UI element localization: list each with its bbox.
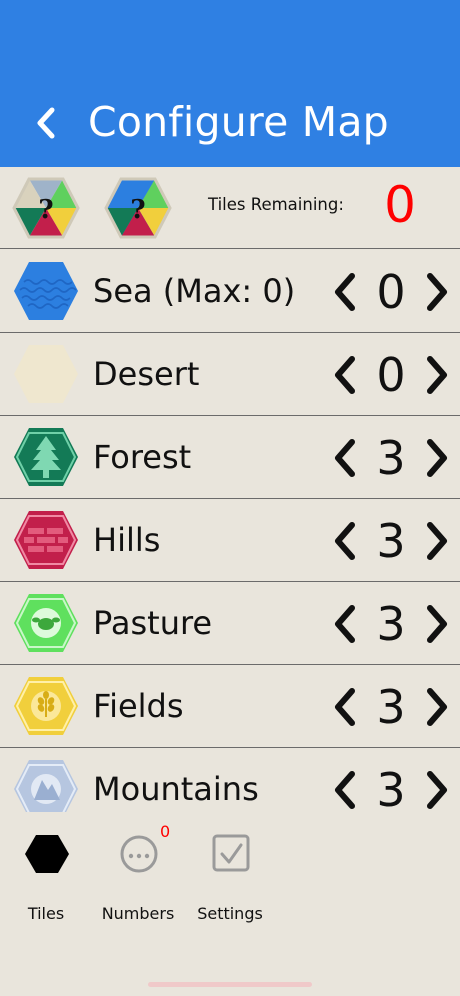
tab-label: Tiles xyxy=(27,904,65,923)
chevron-left-icon xyxy=(335,439,355,477)
chevron-left-icon xyxy=(335,771,355,809)
tab-label: Settings xyxy=(197,904,263,923)
tile-label: Forest xyxy=(93,438,192,476)
tree-icon xyxy=(14,428,78,486)
increment-button[interactable] xyxy=(420,768,454,812)
summary-row: ? ? Tiles Remaining: 0 xyxy=(0,167,460,249)
decrement-button[interactable] xyxy=(328,602,362,646)
tab-numbers[interactable]: Numbers xyxy=(92,832,184,923)
tile-label: Sea (Max: 0) xyxy=(93,272,296,310)
tile-row-hills: Hills 3 xyxy=(0,499,460,582)
tile-count: 3 xyxy=(376,680,406,734)
chevron-left-icon xyxy=(37,107,55,139)
increment-button[interactable] xyxy=(420,353,454,397)
tab-bar: Tiles Numbers 0 Settings xyxy=(0,812,460,996)
decrement-button[interactable] xyxy=(328,353,362,397)
chevron-right-icon xyxy=(427,688,447,726)
mountain-icon xyxy=(14,760,78,812)
increment-button[interactable] xyxy=(420,270,454,314)
decrement-button[interactable] xyxy=(328,685,362,729)
navigation-bar: Configure Map xyxy=(0,0,460,167)
tile-count: 0 xyxy=(376,265,406,319)
chevron-right-icon xyxy=(427,605,447,643)
tile-row-pasture: Pasture 3 xyxy=(0,582,460,665)
tiles-remaining-label: Tiles Remaining: xyxy=(208,195,344,214)
increment-button[interactable] xyxy=(420,685,454,729)
random-tile-question: ? xyxy=(38,195,53,225)
desert-icon xyxy=(14,345,78,403)
chevron-right-icon xyxy=(427,771,447,809)
increment-button[interactable] xyxy=(420,436,454,480)
sheep-icon xyxy=(14,594,78,652)
decrement-button[interactable] xyxy=(328,436,362,480)
increment-button[interactable] xyxy=(420,602,454,646)
chevron-left-icon xyxy=(335,356,355,394)
tile-count: 3 xyxy=(376,763,406,812)
page-title: Configure Map xyxy=(88,98,389,146)
random-harbor-hex-icon: ? xyxy=(104,177,172,239)
random-harbors-button[interactable]: ? xyxy=(104,177,172,239)
tile-label: Mountains xyxy=(93,770,259,808)
random-tiles-button[interactable]: ? xyxy=(12,177,80,239)
tile-count: 3 xyxy=(376,431,406,485)
brick-icon xyxy=(14,511,78,569)
numbers-badge: 0 xyxy=(160,822,171,841)
tile-row-mountains: Mountains 3 xyxy=(0,748,460,812)
tile-row-desert: Desert 0 xyxy=(0,333,460,416)
chevron-left-icon xyxy=(335,522,355,560)
decrement-button[interactable] xyxy=(328,519,362,563)
chevron-right-icon xyxy=(427,273,447,311)
tile-label: Desert xyxy=(93,355,200,393)
increment-button[interactable] xyxy=(420,519,454,563)
checkbox-icon xyxy=(212,834,250,872)
tile-count: 3 xyxy=(376,597,406,651)
tiles-remaining-value: 0 xyxy=(384,176,416,234)
waves-icon xyxy=(14,262,78,320)
wheat-icon xyxy=(14,677,78,735)
tile-list[interactable]: Sea (Max: 0) 0 Desert 0 Forest 3 Hills 3… xyxy=(0,250,460,812)
tile-label: Fields xyxy=(93,687,184,725)
chevron-left-icon xyxy=(335,688,355,726)
tile-label: Hills xyxy=(93,521,161,559)
chevron-right-icon xyxy=(427,356,447,394)
tile-count: 3 xyxy=(376,514,406,568)
tab-tiles[interactable]: Tiles xyxy=(0,832,92,923)
random-tile-hex-icon: ? xyxy=(12,177,80,239)
tile-label: Pasture xyxy=(93,604,213,642)
hexagon-icon xyxy=(25,835,69,873)
chevron-right-icon xyxy=(427,522,447,560)
ellipsis-circle-icon xyxy=(120,835,158,873)
back-button[interactable] xyxy=(26,100,66,146)
home-indicator xyxy=(148,982,312,987)
random-harbor-question: ? xyxy=(130,195,145,225)
tab-label: Numbers xyxy=(101,904,175,923)
chevron-left-icon xyxy=(335,273,355,311)
chevron-right-icon xyxy=(427,439,447,477)
chevron-left-icon xyxy=(335,605,355,643)
tile-row-sea: Sea (Max: 0) 0 xyxy=(0,250,460,333)
tile-count: 0 xyxy=(376,348,406,402)
tile-row-fields: Fields 3 xyxy=(0,665,460,748)
tile-row-forest: Forest 3 xyxy=(0,416,460,499)
decrement-button[interactable] xyxy=(328,768,362,812)
tab-settings[interactable]: Settings xyxy=(184,832,276,923)
decrement-button[interactable] xyxy=(328,270,362,314)
